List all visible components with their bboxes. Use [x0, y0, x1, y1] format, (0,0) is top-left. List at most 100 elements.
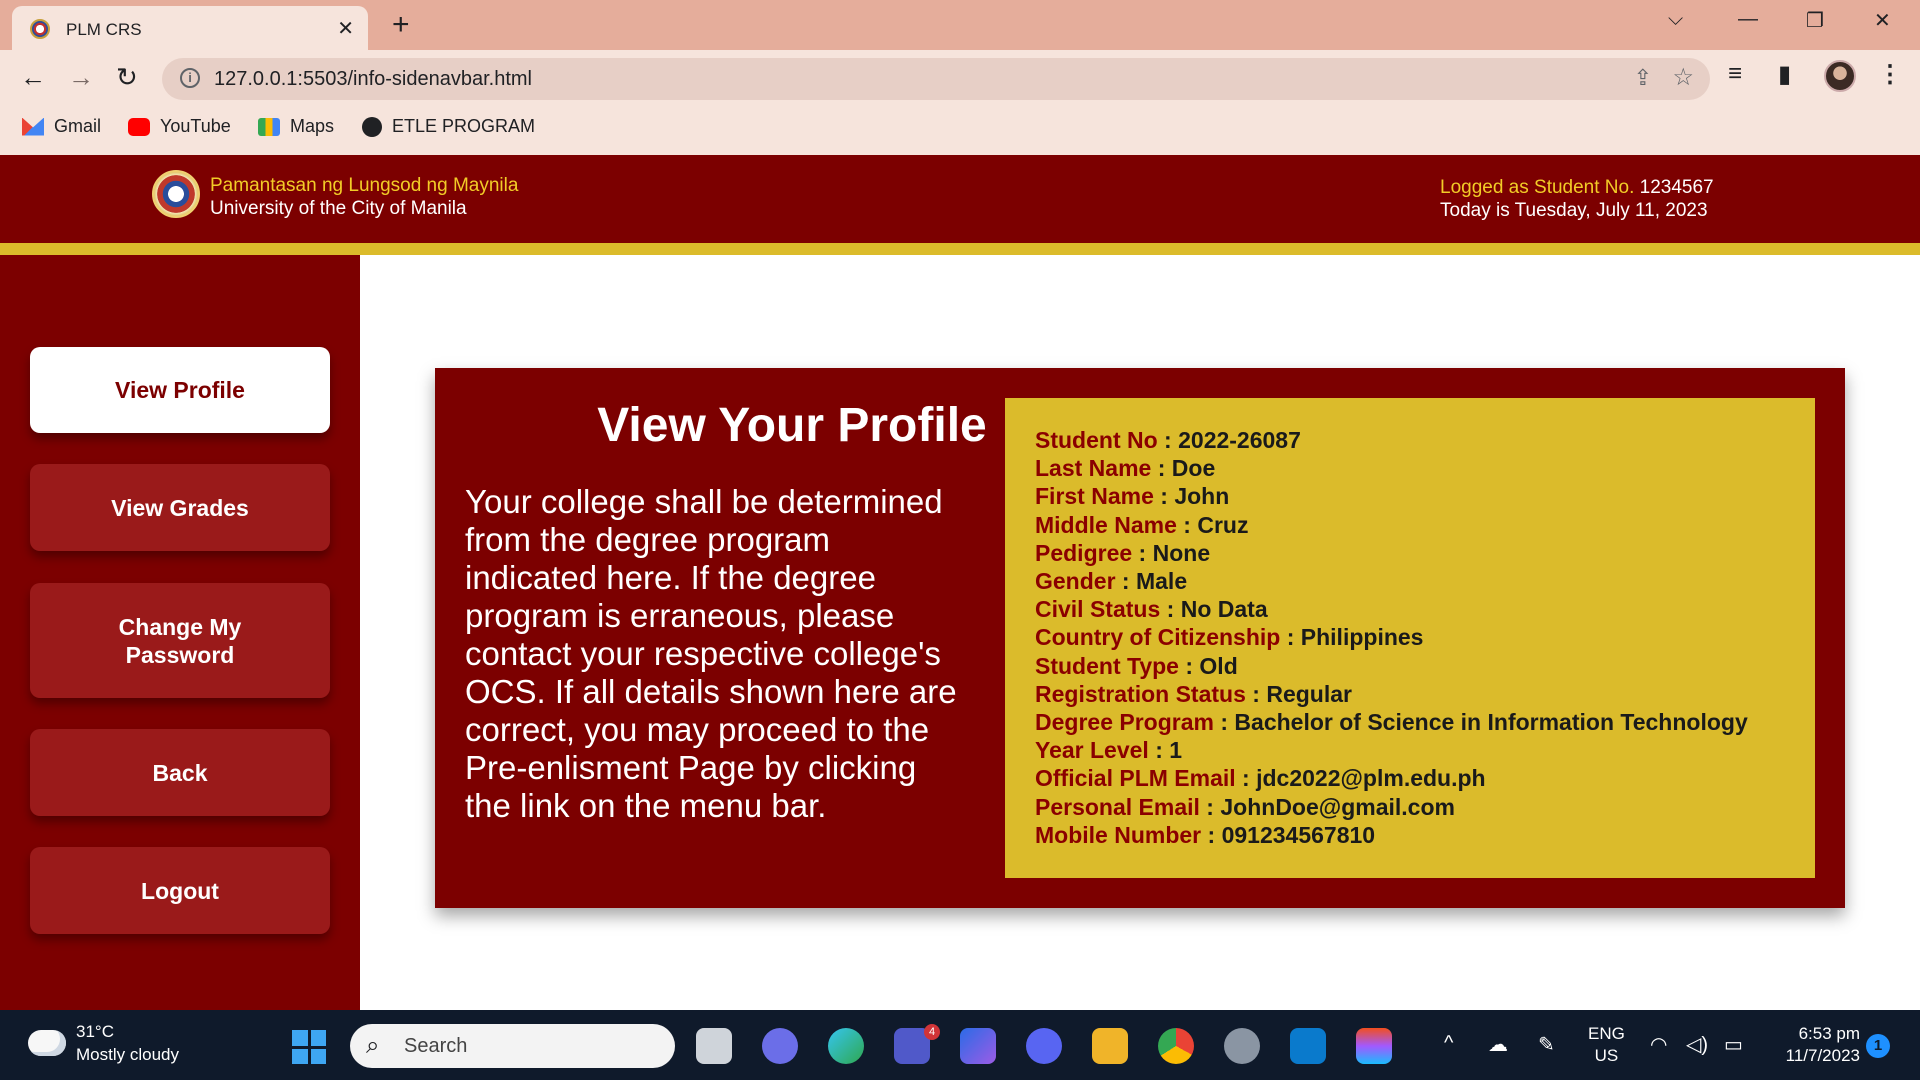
profile-row: First Name : John: [1035, 482, 1785, 510]
profile-row: Middle Name : Cruz: [1035, 511, 1785, 539]
taskbar-search[interactable]: ⌕ Search: [350, 1024, 675, 1068]
profile-field-value: Bachelor of Science in Information Techn…: [1234, 709, 1748, 736]
profile-field-label: Official PLM Email: [1035, 765, 1236, 792]
profile-row: Country of Citizenship : Philippines: [1035, 623, 1785, 651]
chat-icon[interactable]: [762, 1028, 798, 1064]
browser-tab-strip: PLM CRS ✕ + ⌵ — ❐ ✕: [0, 0, 1920, 50]
profile-field-value: None: [1152, 539, 1211, 566]
profile-row: Gender : Male: [1035, 567, 1785, 595]
edge-icon[interactable]: [828, 1028, 864, 1064]
close-window-icon[interactable]: ✕: [1874, 8, 1891, 33]
battery-icon[interactable]: ▭: [1724, 1032, 1743, 1057]
profile-field-label: Registration Status: [1035, 680, 1246, 707]
profile-field-value: Male: [1135, 568, 1188, 595]
new-tab-button[interactable]: +: [392, 8, 410, 42]
task-view-icon[interactable]: [696, 1028, 732, 1064]
side-panel-icon[interactable]: ▮: [1778, 60, 1791, 89]
lang-code: ENG: [1588, 1024, 1625, 1043]
header-gold-strip: [0, 243, 1920, 255]
notification-badge[interactable]: 1: [1866, 1034, 1890, 1058]
profile-field-value: Doe: [1171, 455, 1216, 482]
profile-field-label: Gender: [1035, 568, 1116, 595]
wifi-icon[interactable]: ◠: [1650, 1032, 1667, 1057]
profile-row: Personal Email : JohnDoe@gmail.com: [1035, 793, 1785, 821]
share-icon[interactable]: ⇪: [1634, 65, 1652, 91]
profile-instructions: Your college shall be determined from th…: [465, 483, 957, 824]
input-language[interactable]: ENG US: [1588, 1023, 1625, 1067]
change-password-button[interactable]: Change My Password: [30, 583, 330, 698]
profile-field-value: No Data: [1180, 596, 1268, 623]
tab-search-chevron-icon[interactable]: ⌵: [1668, 8, 1683, 31]
profile-row: Student Type : Old: [1035, 652, 1785, 680]
minimize-icon[interactable]: —: [1738, 8, 1758, 31]
more-menu-icon[interactable]: ⋮: [1878, 60, 1902, 89]
weather-temperature[interactable]: 31°C: [76, 1022, 114, 1042]
media-queue-icon[interactable]: ≡: [1728, 60, 1742, 88]
profile-field-label: Year Level: [1035, 737, 1149, 764]
profile-field-value: Philippines: [1300, 624, 1424, 651]
logged-student-no: 1234567: [1639, 177, 1714, 198]
forward-arrow-icon[interactable]: →: [68, 62, 94, 93]
profile-field-separator: :: [1176, 511, 1198, 538]
profile-field-value: 2022-26087: [1178, 427, 1301, 453]
browser-tab[interactable]: PLM CRS ✕: [12, 6, 368, 50]
profile-field-label: First Name: [1035, 483, 1154, 510]
cloudy-weather-icon[interactable]: [28, 1030, 66, 1056]
site-info-icon[interactable]: i: [180, 68, 200, 88]
profile-field-label: Degree Program: [1035, 709, 1214, 736]
address-bar[interactable]: i 127.0.0.1:5503/info-sidenavbar.html ⇪ …: [162, 58, 1710, 100]
bookmark-maps[interactable]: Maps: [258, 116, 334, 137]
profile-field-label: Civil Status: [1035, 596, 1161, 623]
bookmark-youtube[interactable]: YouTube: [128, 116, 231, 137]
profile-field-separator: :: [1178, 652, 1200, 679]
plm-seal-logo: [152, 170, 200, 218]
logged-in-label: Logged as Student No. 1234567: [1440, 177, 1714, 199]
weather-description[interactable]: Mostly cloudy: [76, 1045, 179, 1065]
restore-icon[interactable]: ❐: [1806, 8, 1824, 33]
profile-field-value: John: [1174, 483, 1230, 510]
profile-field-label: Last Name: [1035, 455, 1152, 482]
vscode-icon[interactable]: [1290, 1028, 1326, 1064]
youtube-icon: [128, 117, 150, 136]
profile-field-separator: :: [1201, 821, 1222, 848]
bookmark-gmail[interactable]: Gmail: [22, 116, 101, 137]
chevron-up-icon[interactable]: ^: [1444, 1032, 1453, 1055]
address-url[interactable]: 127.0.0.1:5503/info-sidenavbar.html: [214, 68, 532, 91]
sidebar: View Profile View Grades Change My Passw…: [0, 255, 360, 1010]
system-clock[interactable]: 6:53 pm 11/7/2023: [1770, 1023, 1860, 1067]
profile-row: Mobile Number : 091234567810: [1035, 821, 1785, 849]
back-button[interactable]: Back: [30, 729, 330, 816]
view-grades-button[interactable]: View Grades: [30, 464, 330, 551]
volume-icon[interactable]: ◁): [1686, 1032, 1708, 1057]
discord-icon[interactable]: [1026, 1028, 1062, 1064]
chrome-icon[interactable]: [1158, 1028, 1194, 1064]
bookmark-etle-program[interactable]: ETLE PROGRAM: [362, 116, 535, 137]
search-placeholder: Search: [404, 1035, 468, 1057]
back-arrow-icon[interactable]: ←: [20, 62, 46, 93]
profile-row: Last Name : Doe: [1035, 454, 1785, 482]
settings-gear-icon[interactable]: [1224, 1028, 1260, 1064]
university-name-english: University of the City of Manila: [210, 198, 467, 219]
view-profile-button[interactable]: View Profile: [30, 347, 330, 433]
file-explorer-icon[interactable]: [1092, 1028, 1128, 1064]
bookmark-star-icon[interactable]: ☆: [1672, 63, 1694, 92]
profile-field-label: Student No: [1035, 427, 1158, 453]
logout-button[interactable]: Logout: [30, 847, 330, 934]
onedrive-cloud-icon[interactable]: ☁: [1488, 1032, 1508, 1057]
figma-icon[interactable]: [1356, 1028, 1392, 1064]
profile-field-value: Cruz: [1197, 511, 1249, 538]
bookmarks-bar: Gmail YouTube Maps ETLE PROGRAM: [0, 110, 1920, 150]
reload-icon[interactable]: ↻: [116, 62, 138, 93]
profile-field-separator: :: [1235, 765, 1257, 792]
profile-field-value: Old: [1199, 652, 1238, 679]
windows-start-icon[interactable]: [292, 1030, 326, 1064]
profile-field-separator: :: [1151, 455, 1172, 482]
lang-region: US: [1594, 1046, 1619, 1065]
power-automate-icon[interactable]: [960, 1028, 996, 1064]
profile-avatar[interactable]: [1824, 60, 1856, 92]
close-tab-icon[interactable]: ✕: [337, 16, 354, 41]
profile-field-value: jdc2022@plm.edu.ph: [1256, 765, 1486, 792]
pen-input-icon[interactable]: ✎: [1538, 1032, 1555, 1057]
profile-field-label: Personal Email: [1035, 793, 1200, 820]
profile-field-label: Student Type: [1035, 652, 1179, 679]
